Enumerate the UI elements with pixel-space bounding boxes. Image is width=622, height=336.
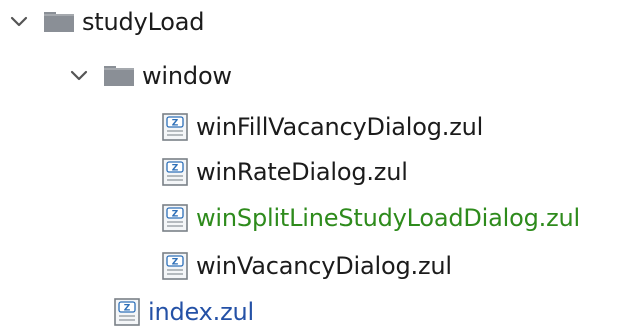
zul-file-icon: Z	[162, 204, 188, 232]
svg-text:Z: Z	[124, 304, 131, 314]
zul-file-icon: Z	[162, 252, 188, 280]
tree-item-file[interactable]: Z winRateDialog.zul	[162, 150, 408, 194]
zul-file-icon: Z	[114, 298, 140, 326]
file-label: winVacancyDialog.zul	[196, 252, 452, 280]
folder-icon	[44, 12, 74, 32]
svg-text:Z: Z	[172, 210, 179, 220]
svg-text:Z: Z	[172, 119, 179, 129]
tree-item-file[interactable]: Z winSplitLineStudyLoadDialog.zul	[162, 196, 580, 240]
tree-item-index[interactable]: Z index.zul	[114, 290, 254, 334]
chevron-down-icon[interactable]	[8, 11, 30, 33]
project-tree: studyLoad window Z winFillVacancyDialog.…	[0, 0, 622, 336]
tree-item-file[interactable]: Z winFillVacancyDialog.zul	[162, 105, 483, 149]
tree-item-window[interactable]: window	[68, 54, 232, 98]
tree-item-file[interactable]: Z winVacancyDialog.zul	[162, 244, 452, 288]
zul-file-icon: Z	[162, 158, 188, 186]
file-label: index.zul	[148, 298, 254, 326]
folder-icon	[104, 66, 134, 86]
tree-item-label: window	[142, 62, 232, 90]
tree-item-studyload[interactable]: studyLoad	[8, 0, 205, 44]
svg-text:Z: Z	[172, 164, 179, 174]
file-label: winSplitLineStudyLoadDialog.zul	[196, 204, 580, 232]
tree-item-label: studyLoad	[82, 8, 205, 36]
zul-file-icon: Z	[162, 113, 188, 141]
svg-text:Z: Z	[172, 258, 179, 268]
file-label: winFillVacancyDialog.zul	[196, 113, 484, 141]
chevron-down-icon[interactable]	[68, 65, 90, 87]
file-label: winRateDialog.zul	[196, 158, 408, 186]
